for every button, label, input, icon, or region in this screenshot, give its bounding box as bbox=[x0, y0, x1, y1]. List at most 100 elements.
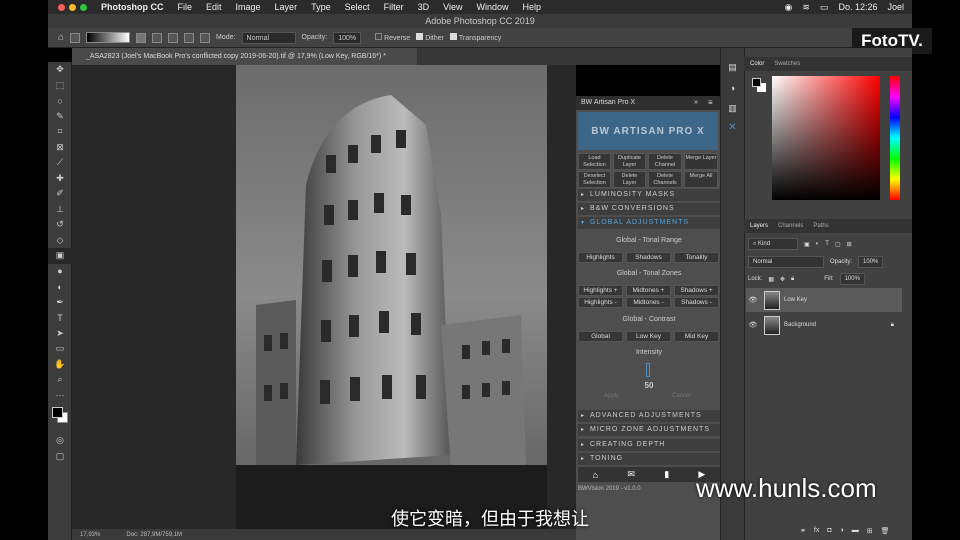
layer-row[interactable]: 👁︎ Background 🔒︎ bbox=[746, 313, 902, 337]
lock-pixels-icon[interactable]: ▦ bbox=[768, 276, 774, 283]
add-mask-icon[interactable]: ◘ bbox=[827, 527, 831, 535]
radial-gradient-icon[interactable] bbox=[152, 32, 163, 43]
delete-layer-button[interactable]: Delete Layer bbox=[613, 171, 646, 188]
transparency-checkbox[interactable]: Transparency bbox=[449, 33, 501, 42]
section-creating-depth[interactable]: CREATING DEPTH bbox=[578, 439, 720, 451]
menu-filter[interactable]: Filter bbox=[384, 2, 404, 12]
hand-tool-icon[interactable]: ✋ bbox=[48, 357, 72, 373]
deselect-selection-button[interactable]: Deselect Selection bbox=[578, 171, 611, 188]
screen-mode-icon[interactable]: ▢ bbox=[48, 449, 72, 465]
history-brush-icon[interactable]: ↺ bbox=[48, 217, 72, 233]
move-tool-icon[interactable]: ✥ bbox=[48, 62, 72, 78]
menu-select[interactable]: Select bbox=[345, 2, 370, 12]
libraries-icon[interactable]: ▥ bbox=[721, 103, 744, 114]
type-filter-icon[interactable]: T bbox=[825, 241, 829, 247]
document-tab[interactable]: _ASA2823 (Joel's MacBook Pro's conflicte… bbox=[72, 48, 417, 65]
dodge-tool-icon[interactable]: ◐ bbox=[48, 279, 72, 295]
section-luminosity-masks[interactable]: LUMINOSITY MASKS bbox=[578, 189, 720, 201]
highlights-minus-button[interactable]: Highlights - bbox=[578, 297, 623, 308]
tool-preset-picker[interactable] bbox=[70, 32, 81, 43]
layer-kind-filter[interactable]: ⌕ Kind bbox=[748, 238, 798, 250]
home-icon[interactable]: ⌂ bbox=[593, 470, 598, 480]
wifi-icon[interactable]: ≋ bbox=[802, 2, 810, 13]
menu-view[interactable]: View bbox=[443, 2, 462, 12]
type-tool-icon[interactable]: T bbox=[48, 310, 72, 326]
load-selection-button[interactable]: Load Selection bbox=[578, 153, 611, 170]
merge-all-button[interactable]: Merge All bbox=[684, 171, 718, 188]
brush-tool-icon[interactable]: ✐ bbox=[48, 186, 72, 202]
collapse-panel-icon[interactable]: » bbox=[694, 99, 698, 106]
doc-size[interactable]: Doc: 287,9M/759,1M bbox=[126, 532, 182, 538]
tab-channels[interactable]: Channels bbox=[778, 223, 803, 229]
shape-filter-icon[interactable]: ▢ bbox=[835, 241, 841, 248]
new-layer-icon[interactable]: ⊞ bbox=[867, 527, 873, 535]
section-bw-conversions[interactable]: B&W CONVERSIONS bbox=[578, 203, 720, 215]
midtones-plus-button[interactable]: Midtones + bbox=[626, 285, 671, 296]
shadows-plus-button[interactable]: Shadows + bbox=[674, 285, 719, 296]
color-swatches[interactable] bbox=[48, 403, 72, 433]
fill-field[interactable]: 100% bbox=[839, 273, 865, 285]
layer-row[interactable]: 👁︎ Low Key bbox=[746, 288, 902, 312]
screen-record-icon[interactable]: ◉ bbox=[785, 2, 793, 13]
link-layers-icon[interactable]: ⚭ bbox=[800, 527, 806, 535]
healing-tool-icon[interactable]: ✚ bbox=[48, 171, 72, 187]
new-adjustment-icon[interactable]: ◑ bbox=[840, 527, 844, 535]
linear-gradient-icon[interactable] bbox=[136, 32, 147, 43]
fx-icon[interactable]: fx bbox=[814, 527, 819, 535]
book-icon[interactable]: ▮ bbox=[664, 469, 669, 480]
frame-tool-icon[interactable]: ⊠ bbox=[48, 140, 72, 156]
lasso-tool-icon[interactable]: ○ bbox=[48, 93, 72, 109]
menu-layer[interactable]: Layer bbox=[275, 2, 298, 12]
visibility-eye-icon[interactable]: 👁︎ bbox=[746, 296, 760, 304]
home-icon[interactable]: ⌂ bbox=[58, 32, 64, 43]
blend-mode-select[interactable]: Normal bbox=[748, 256, 824, 268]
adjustment-filter-icon[interactable]: ◐ bbox=[816, 241, 820, 247]
zoom-window-button[interactable] bbox=[80, 3, 87, 11]
gradient-preview[interactable] bbox=[86, 32, 131, 43]
apply-button[interactable]: Apply bbox=[604, 393, 619, 399]
zoom-tool-icon[interactable]: ⌕ bbox=[48, 372, 72, 388]
quick-mask-icon[interactable]: ◎ bbox=[48, 433, 72, 449]
panel-menu-icon[interactable]: ≡ bbox=[708, 98, 713, 107]
battery-icon[interactable]: ▭ bbox=[820, 2, 829, 13]
gradient-tool-icon[interactable]: ▣ bbox=[48, 248, 72, 264]
eyedropper-tool-icon[interactable]: ⟋ bbox=[48, 155, 72, 171]
layer-name[interactable]: Low Key bbox=[784, 297, 807, 303]
user-name[interactable]: Joel bbox=[887, 2, 904, 12]
foreground-color-chip[interactable] bbox=[752, 78, 761, 87]
bw-artisan-icon[interactable]: ✕ bbox=[721, 122, 744, 133]
menu-window[interactable]: Window bbox=[476, 2, 508, 12]
section-micro-zone-adjustments[interactable]: MICRO ZONE ADJUSTMENTS bbox=[578, 424, 720, 436]
dither-checkbox[interactable]: Dither bbox=[416, 33, 444, 42]
section-toning[interactable]: TONING bbox=[578, 453, 720, 465]
menu-type[interactable]: Type bbox=[311, 2, 331, 12]
trash-icon[interactable]: 🗑︎ bbox=[881, 527, 890, 535]
shadows-minus-button[interactable]: Shadows - bbox=[674, 297, 719, 308]
midtones-minus-button[interactable]: Midtones - bbox=[626, 297, 671, 308]
lock-position-icon[interactable]: ✥ bbox=[780, 276, 785, 283]
merge-layer-button[interactable]: Merge Layer bbox=[684, 153, 718, 170]
rectangle-tool-icon[interactable]: ▭ bbox=[48, 341, 72, 357]
eraser-tool-icon[interactable]: ◇ bbox=[48, 233, 72, 249]
app-menu[interactable]: Photoshop CC bbox=[101, 2, 164, 12]
color-field[interactable] bbox=[772, 76, 880, 200]
cancel-button[interactable]: Cancel bbox=[672, 393, 691, 399]
highlights-plus-button[interactable]: Highlights + bbox=[578, 285, 623, 296]
tab-paths[interactable]: Paths bbox=[813, 223, 828, 229]
pixel-filter-icon[interactable]: ▣ bbox=[804, 241, 810, 248]
menu-image[interactable]: Image bbox=[236, 2, 261, 12]
low-key-button[interactable]: Low Key bbox=[626, 331, 671, 342]
foreground-color-swatch[interactable] bbox=[52, 407, 63, 418]
section-advanced-adjustments[interactable]: ADVANCED ADJUSTMENTS bbox=[578, 410, 720, 422]
properties-icon[interactable]: ▤ bbox=[721, 62, 744, 73]
hue-slider[interactable] bbox=[890, 76, 900, 200]
reverse-checkbox[interactable]: Reverse bbox=[375, 33, 410, 42]
delete-channel-button[interactable]: Delete Channel bbox=[648, 153, 682, 170]
shadows-button[interactable]: Shadows bbox=[626, 252, 671, 263]
more-tools-icon[interactable]: ··· bbox=[48, 388, 72, 404]
marquee-tool-icon[interactable]: ⬚ bbox=[48, 78, 72, 94]
layer-name[interactable]: Background bbox=[784, 322, 816, 328]
quick-select-tool-icon[interactable]: ✎ bbox=[48, 109, 72, 125]
stamp-tool-icon[interactable]: ⊥ bbox=[48, 202, 72, 218]
opacity-field[interactable]: 100% bbox=[333, 31, 362, 44]
